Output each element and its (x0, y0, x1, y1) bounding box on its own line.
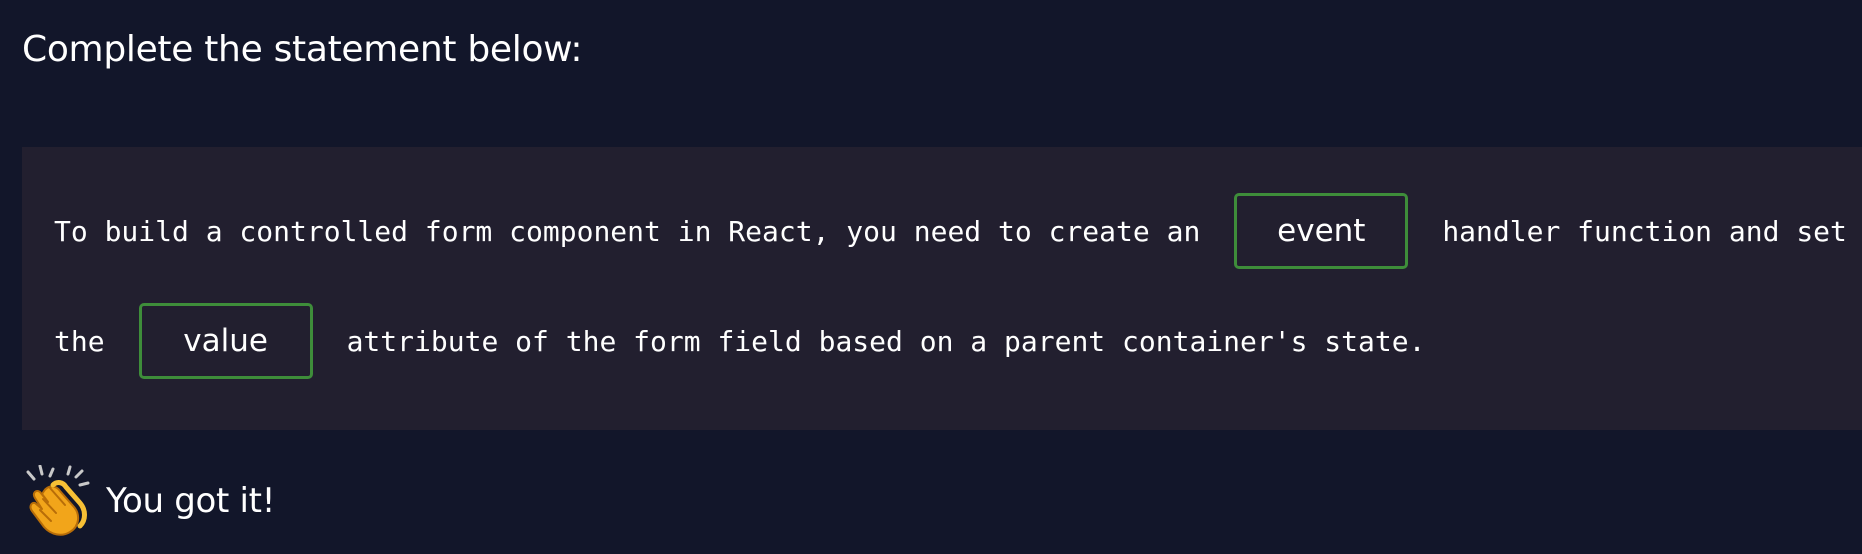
statement-text: To build a controlled form component in … (54, 214, 1201, 248)
statement-text: attribute of the form field based on a p… (346, 324, 1426, 358)
answer-blank-event[interactable]: event (1234, 193, 1409, 269)
clapping-hands-icon (22, 464, 94, 537)
statement-line-1: To build a controlled form component in … (54, 191, 1847, 271)
page-title: Complete the statement below: (22, 29, 583, 70)
answer-blank-value[interactable]: value (138, 303, 313, 379)
statement-text: the (54, 324, 105, 358)
statement-line-2: the value attribute of the form field ba… (54, 301, 1425, 381)
statement-block: To build a controlled form component in … (22, 147, 1862, 430)
success-feedback: You got it! (22, 462, 275, 540)
statement-text: handler function and set (1442, 214, 1847, 248)
success-message: You got it! (106, 481, 276, 521)
